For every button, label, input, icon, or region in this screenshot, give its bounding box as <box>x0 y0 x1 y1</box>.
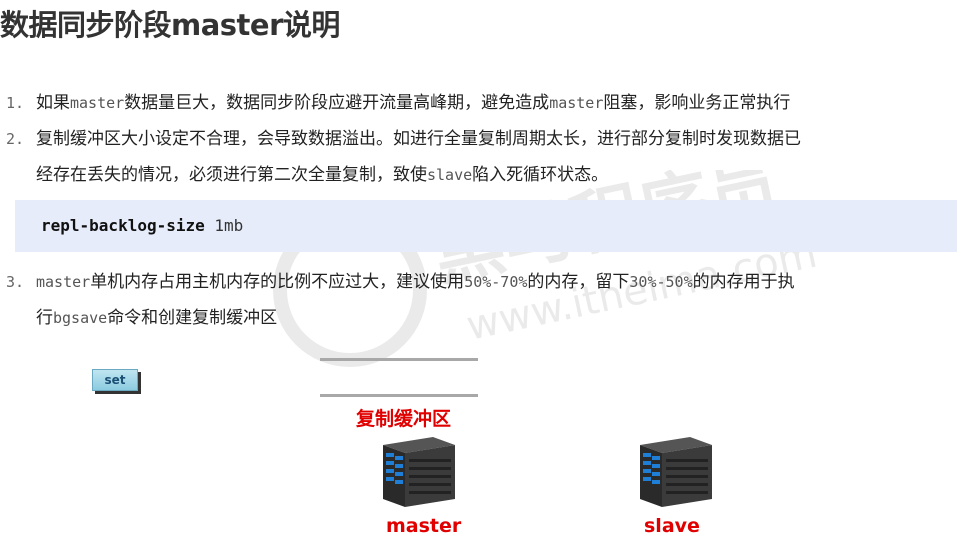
text-segment: 陷入死循环状态。 <box>472 165 609 185</box>
buffer-bottom-line <box>320 394 478 397</box>
text-segment: 的内存用于执 <box>692 272 795 292</box>
list-item-3: 3. master单机内存占用主机内存的比例不应过大，建议使用50%-70%的内… <box>0 265 957 335</box>
code-term: 30%-50% <box>629 273 693 291</box>
replication-buffer-label: 复制缓冲区 <box>356 408 452 430</box>
config-key: repl-backlog-size <box>41 216 205 235</box>
code-term: slave <box>427 166 473 184</box>
text-segment: 的内存，留下 <box>527 272 630 292</box>
buffer-top-line <box>320 358 478 361</box>
slave-label: slave <box>644 515 700 537</box>
text-segment: 单机内存占用主机内存的比例不应过大，建议使用 <box>90 272 465 292</box>
item-number: 1. <box>6 94 25 112</box>
code-line: repl-backlog-size 1mb <box>41 216 243 235</box>
item-text-line-2: 经存在丢失的情况，必须进行第二次全量复制，致使slave陷入死循环状态。 <box>36 158 608 192</box>
code-term: master <box>549 94 604 112</box>
page-title: 数据同步阶段master说明 <box>0 8 340 42</box>
master-server-icon <box>383 437 455 507</box>
slave-server-icon <box>640 437 712 507</box>
item-number: 2. <box>6 130 25 148</box>
set-command-button[interactable]: set <box>92 369 138 391</box>
text-segment: 命令和创建复制缓冲区 <box>107 308 278 328</box>
code-term: master <box>70 94 125 112</box>
code-term: master <box>36 273 91 291</box>
item-text-line-2: 行bgsave命令和创建复制缓冲区 <box>36 301 277 335</box>
item-text-line-1: 复制缓冲区大小设定不合理，会导致数据溢出。如进行全量复制周期太长，进行部分复制时… <box>36 129 801 149</box>
item-text-line-1: master单机内存占用主机内存的比例不应过大，建议使用50%-70%的内存，留… <box>36 265 795 299</box>
master-label: master <box>386 515 462 537</box>
text-segment: 经存在丢失的情况，必须进行第二次全量复制，致使 <box>36 165 427 185</box>
text-segment: 数据量巨大，数据同步阶段应避开流量高峰期，避免造成 <box>124 93 550 113</box>
code-term: 50%-70% <box>464 273 528 291</box>
text-segment: 如果 <box>36 93 70 113</box>
code-block: repl-backlog-size 1mb <box>15 200 957 252</box>
config-value: 1mb <box>214 216 244 235</box>
list-item-1: 1. 如果master数据量巨大，数据同步阶段应避开流量高峰期，避免造成mast… <box>0 86 957 120</box>
text-segment: 行 <box>36 308 53 328</box>
code-term: bgsave <box>53 309 108 327</box>
list-item-2: 2. 复制缓冲区大小设定不合理，会导致数据溢出。如进行全量复制周期太长，进行部分… <box>0 122 957 192</box>
item-text: 如果master数据量巨大，数据同步阶段应避开流量高峰期，避免造成master阻… <box>36 86 790 120</box>
item-number: 3. <box>6 273 25 291</box>
text-segment: 阻塞，影响业务正常执行 <box>603 93 791 113</box>
